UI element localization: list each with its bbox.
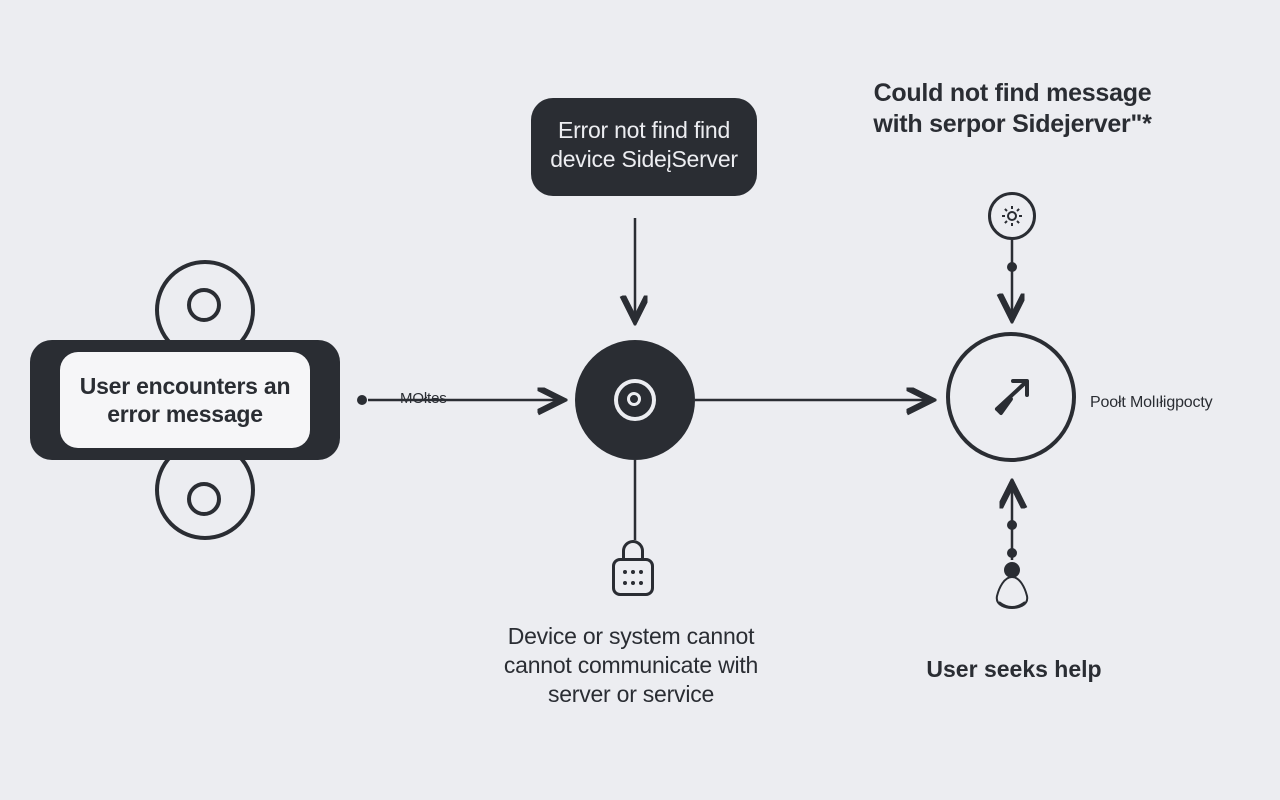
error-callout-box: Error not find find device SideįServer [531,98,757,196]
vline-dot-top [1007,262,1017,272]
left-node-label: User encounters an error message [60,372,310,428]
diagram-canvas: User encounters an error message MOłtes … [0,0,1280,800]
error-callout-text: Error not find find device SideįServer [550,117,738,172]
right-caption: User seeks help [884,656,1144,683]
lock-icon [609,540,657,600]
arrow-left-to-center [368,394,578,408]
target-icon [614,379,656,421]
node-seek-help [946,332,1076,462]
arrow-gear-to-rightnode [1005,240,1019,334]
center-caption: Device or system cannot cannot communica… [486,622,776,708]
compass-arrow-icon [983,369,1039,425]
arrow-center-to-right [695,394,947,408]
meditating-person-icon [987,560,1037,612]
edge-origin-dot [357,395,367,405]
line-center-to-lock [628,460,642,540]
gear-icon [988,192,1036,240]
device-screen: User encounters an error message [60,352,310,448]
vline-dot-mid [1007,520,1017,530]
right-heading: Could not find message with serpor Sidej… [865,78,1160,141]
right-side-label: Poołt Molıłigpocty [1090,394,1213,412]
node-error-message: User encounters an error message [30,260,340,540]
node-communication-failure [575,340,695,460]
arrow-callout-to-center [628,218,642,346]
vline-dot-low [1007,548,1017,558]
